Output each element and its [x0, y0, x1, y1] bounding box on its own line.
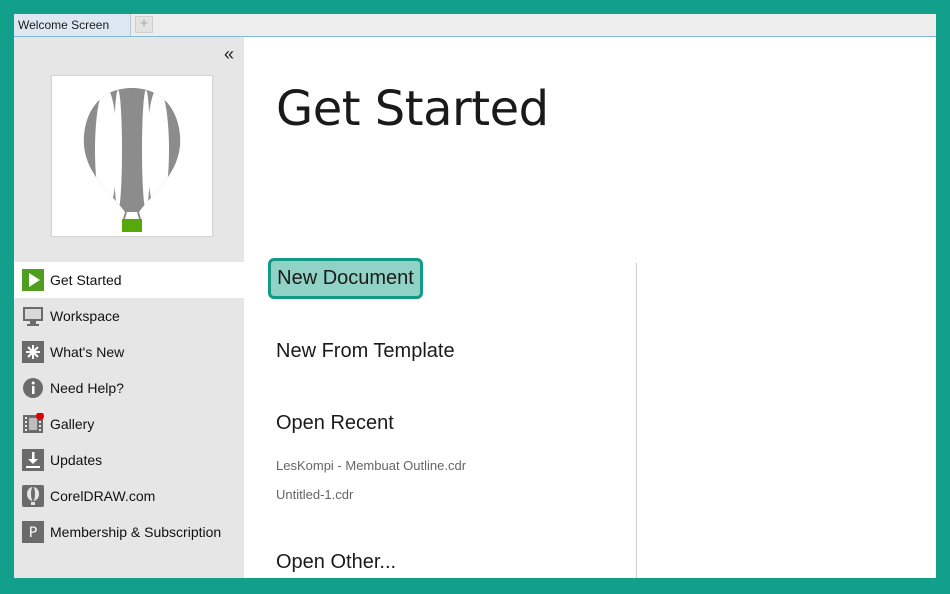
recent-file-link[interactable]: Untitled-1.cdr	[276, 487, 353, 502]
sidebar: « Get Started Workspace What's New Need …	[14, 37, 244, 578]
sidebar-item-workspace[interactable]: Workspace	[14, 298, 244, 334]
sidebar-item-coreldraw-com[interactable]: CorelDRAW.com	[14, 478, 244, 514]
film-icon	[22, 413, 44, 435]
double-chevron-left-icon[interactable]: «	[220, 45, 238, 63]
sidebar-item-updates[interactable]: Updates	[14, 442, 244, 478]
recent-file-link[interactable]: LesKompi - Membuat Outline.cdr	[276, 458, 466, 473]
monitor-icon	[22, 305, 44, 327]
balloon-logo-icon	[83, 88, 181, 232]
svg-text:P: P	[29, 525, 37, 541]
new-document-label: New Document	[277, 267, 414, 289]
new-from-template-link[interactable]: New From Template	[276, 340, 455, 363]
open-other-link[interactable]: Open Other...	[276, 551, 396, 574]
sidebar-item-whats-new[interactable]: What's New	[14, 334, 244, 370]
play-icon	[22, 269, 44, 291]
sidebar-item-label: Get Started	[50, 272, 122, 288]
balloon-icon	[22, 485, 44, 507]
download-icon	[22, 449, 44, 471]
sidebar-item-label: Need Help?	[50, 380, 124, 396]
coreldraw-logo	[51, 75, 213, 237]
sidebar-item-membership[interactable]: P Membership & Subscription	[14, 514, 244, 550]
tab-welcome-screen[interactable]: Welcome Screen	[14, 14, 131, 36]
sidebar-item-label: Membership & Subscription	[50, 524, 222, 540]
sidebar-item-label: Updates	[50, 452, 103, 468]
info-icon	[22, 377, 44, 399]
sidebar-item-gallery[interactable]: Gallery	[14, 406, 244, 442]
open-recent-heading: Open Recent	[276, 412, 394, 434]
sidebar-item-label: CorelDRAW.com	[50, 488, 156, 504]
new-document-button[interactable]: New Document	[268, 258, 423, 299]
star-burst-icon	[22, 341, 44, 363]
tab-bar: Welcome Screen +	[14, 14, 936, 37]
sidebar-item-label: Workspace	[50, 308, 120, 324]
plus-icon[interactable]: +	[135, 16, 153, 33]
welcome-window: Welcome Screen + « Get Started Workspace…	[14, 14, 936, 578]
sidebar-item-label: What's New	[50, 344, 125, 360]
sidebar-item-get-started[interactable]: Get Started	[14, 262, 244, 298]
page-title: Get Started	[276, 81, 549, 137]
letter-p-icon: P	[22, 521, 44, 543]
vertical-divider	[636, 263, 637, 578]
sidebar-item-label: Gallery	[50, 416, 95, 432]
main-content: Get Started New Document New From Templa…	[244, 37, 936, 578]
sidebar-item-need-help[interactable]: Need Help?	[14, 370, 244, 406]
sidebar-nav: Get Started Workspace What's New Need He…	[14, 262, 244, 550]
